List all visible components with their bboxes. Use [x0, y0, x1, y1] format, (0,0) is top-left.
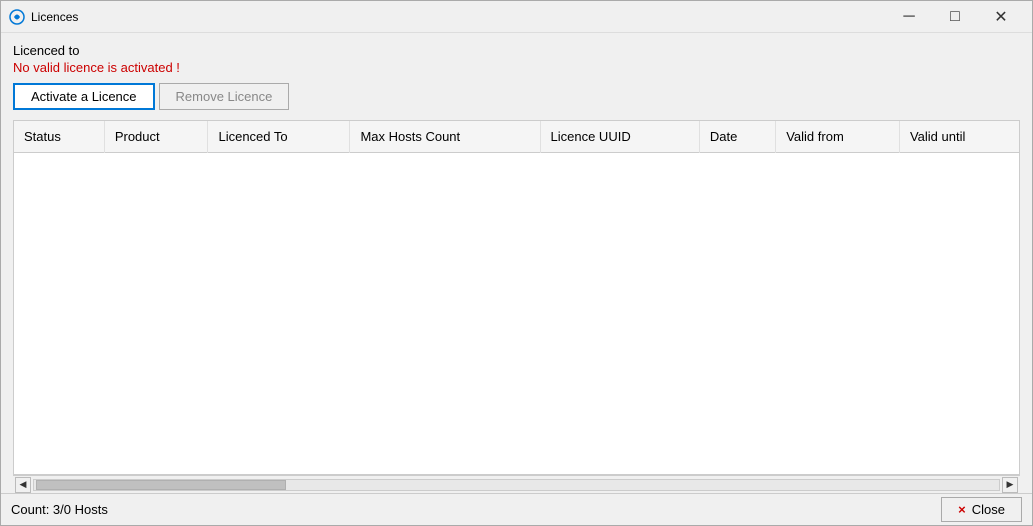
licenced-to-label: Licenced to — [13, 43, 1020, 58]
col-status: Status — [14, 121, 104, 153]
close-button-label: Close — [972, 502, 1005, 517]
title-bar-controls: ─ □ ✕ — [886, 1, 1024, 33]
window-icon — [9, 9, 25, 25]
window-close-button[interactable]: ✕ — [978, 1, 1024, 33]
col-product: Product — [104, 121, 208, 153]
col-valid-until: Valid until — [899, 121, 1019, 153]
title-bar: Licences ─ □ ✕ — [1, 1, 1032, 33]
horizontal-scrollbar[interactable]: ◀ ▶ — [13, 475, 1020, 493]
col-max-hosts-count: Max Hosts Count — [350, 121, 540, 153]
count-label: Count: 3/0 Hosts — [11, 502, 108, 517]
window-title: Licences — [31, 10, 886, 24]
close-x-icon: × — [958, 502, 966, 517]
col-licenced-to: Licenced To — [208, 121, 350, 153]
licences-table: Status Product Licenced To Max Hosts Cou… — [14, 121, 1019, 153]
hscroll-thumb[interactable] — [36, 480, 286, 490]
close-button[interactable]: × Close — [941, 497, 1022, 522]
content-area: Licenced to No valid licence is activate… — [1, 33, 1032, 493]
table-header-row: Status Product Licenced To Max Hosts Cou… — [14, 121, 1019, 153]
footer-bar: Count: 3/0 Hosts × Close — [1, 493, 1032, 525]
licences-table-container: Status Product Licenced To Max Hosts Cou… — [13, 120, 1020, 475]
scroll-left-button[interactable]: ◀ — [15, 477, 31, 493]
maximize-button[interactable]: □ — [932, 1, 978, 33]
hscroll-track[interactable] — [33, 479, 1000, 491]
table-header: Status Product Licenced To Max Hosts Cou… — [14, 121, 1019, 153]
main-window: Licences ─ □ ✕ Licenced to No valid lice… — [0, 0, 1033, 526]
activate-licence-button[interactable]: Activate a Licence — [13, 83, 155, 110]
remove-licence-button[interactable]: Remove Licence — [159, 83, 290, 110]
no-valid-licence-text: No valid licence is activated ! — [13, 60, 1020, 75]
col-valid-from: Valid from — [776, 121, 900, 153]
minimize-button[interactable]: ─ — [886, 1, 932, 33]
col-date: Date — [699, 121, 775, 153]
scroll-right-button[interactable]: ▶ — [1002, 477, 1018, 493]
col-licence-uuid: Licence UUID — [540, 121, 699, 153]
buttons-row: Activate a Licence Remove Licence — [13, 83, 1020, 110]
